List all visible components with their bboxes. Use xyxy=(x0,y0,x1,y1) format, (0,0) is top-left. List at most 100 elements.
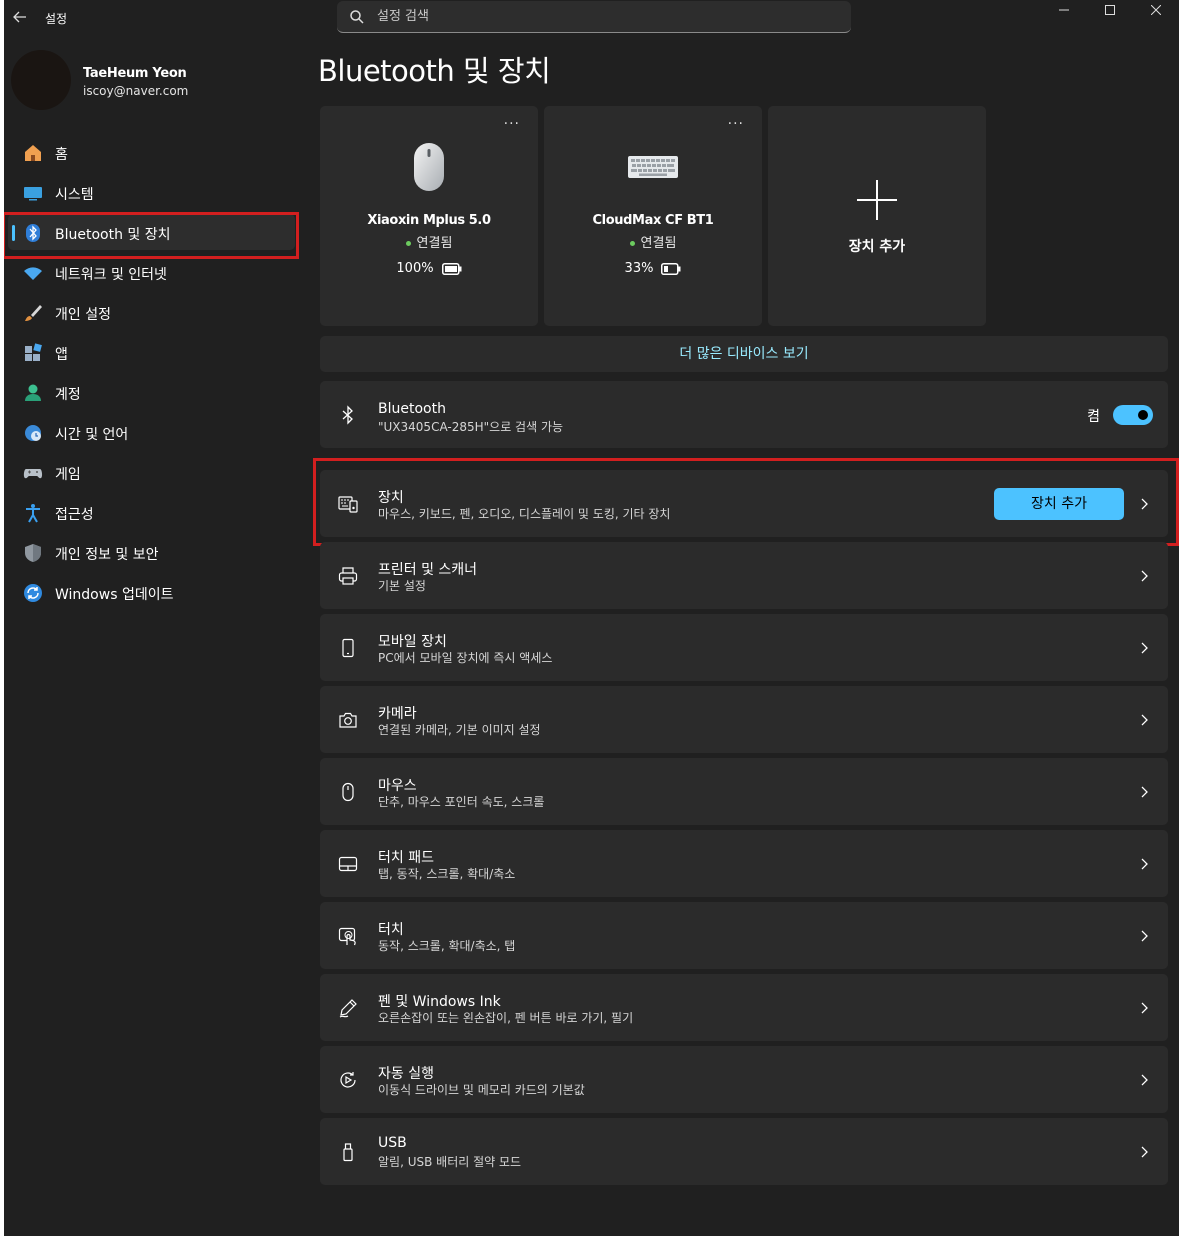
sidebar-item-system[interactable]: 시스템 xyxy=(8,174,300,210)
settings-row-pen[interactable]: 펜 및 Windows Ink 오른손잡이 또는 왼손잡이, 펜 버튼 바로 가기… xyxy=(320,974,1168,1041)
bluetooth-toggle[interactable] xyxy=(1113,405,1153,425)
row-subtitle: 탭, 동작, 스크롤, 확대/축소 xyxy=(378,867,516,881)
shield-icon xyxy=(25,544,41,562)
connected-dot-icon xyxy=(629,241,635,246)
more-devices-link[interactable]: 더 많은 디바이스 보기 xyxy=(320,336,1168,372)
bluetooth-icon xyxy=(342,405,353,425)
accessibility-icon xyxy=(26,504,40,523)
chevron-right-icon xyxy=(1141,858,1148,870)
toggle-knob xyxy=(1138,410,1148,420)
sidebar-item-bluetooth[interactable]: Bluetooth 및 장치 xyxy=(8,214,295,250)
page-title: Bluetooth 및 장치 xyxy=(318,54,551,88)
row-title: 펜 및 Windows Ink xyxy=(378,994,501,1010)
sidebar-item-label: Windows 업데이트 xyxy=(55,587,174,603)
device-card-keyboard[interactable]: ··· CloudMax CF BT1 연결됨 33% xyxy=(544,106,762,326)
usb-icon xyxy=(343,1143,353,1162)
avatar xyxy=(11,50,71,110)
keyboard-icon xyxy=(628,156,678,178)
bluetooth-subtitle: "UX3405CA-285H"으로 검색 가능 xyxy=(378,420,564,434)
row-title: 터치 패드 xyxy=(378,850,434,866)
battery-icon xyxy=(441,263,462,275)
battery-percent: 33% xyxy=(624,261,654,276)
device-card-mouse[interactable]: ··· Xiaoxin Mplus 5.0 연결됨 100% xyxy=(320,106,538,326)
home-icon xyxy=(25,145,41,161)
sidebar-item-time-language[interactable]: 시간 및 언어 xyxy=(8,414,300,450)
settings-window: 설정 TaeHeum Yeon iscoy@naver.com 홈 xyxy=(4,0,1179,1236)
sidebar-item-accounts[interactable]: 계정 xyxy=(8,374,300,410)
settings-row-mouse[interactable]: 마우스 단추, 마우스 포인터 속도, 스크롤 xyxy=(320,758,1168,825)
settings-row-usb[interactable]: USB 알림, USB 배터리 절약 모드 xyxy=(320,1118,1168,1185)
more-options-button[interactable]: ··· xyxy=(504,116,520,132)
sidebar-item-network[interactable]: 네트워크 및 인터넷 xyxy=(8,254,300,290)
device-name: Xiaoxin Mplus 5.0 xyxy=(367,213,491,228)
chevron-right-icon xyxy=(1141,642,1148,654)
battery-status: 33% xyxy=(544,261,762,276)
touchpad-icon xyxy=(338,856,358,872)
minimize-button[interactable] xyxy=(1041,0,1087,20)
minimize-icon xyxy=(1059,9,1069,11)
sidebar-item-label: 게임 xyxy=(55,467,81,483)
close-button[interactable] xyxy=(1133,0,1179,20)
close-icon xyxy=(1151,5,1161,15)
bluetooth-title: Bluetooth xyxy=(378,401,446,417)
chevron-right-icon xyxy=(1141,930,1148,942)
row-title: 자동 실행 xyxy=(378,1066,434,1082)
row-subtitle: 이동식 드라이브 및 메모리 카드의 기본값 xyxy=(378,1083,585,1097)
sidebar-item-personalization[interactable]: 개인 설정 xyxy=(8,294,300,330)
row-title: 카메라 xyxy=(378,706,417,722)
active-indicator xyxy=(12,225,15,241)
device-status-text: 연결됨 xyxy=(640,236,677,251)
sidebar-nav: 홈 시스템 Bluetooth 및 장치 네트워크 및 인터넷 개인 설정 앱 … xyxy=(4,134,304,614)
bluetooth-icon xyxy=(26,224,40,242)
sidebar-item-label: 홈 xyxy=(55,147,68,163)
plus-icon xyxy=(857,180,897,220)
settings-row-touch[interactable]: 터치 동작, 스크롤, 확대/축소, 탭 xyxy=(320,902,1168,969)
account-icon xyxy=(25,384,41,401)
search-icon xyxy=(350,10,364,24)
row-subtitle: 알림, USB 배터리 절약 모드 xyxy=(378,1155,522,1169)
sidebar-item-label: 앱 xyxy=(55,347,68,363)
camera-icon xyxy=(339,712,357,728)
sidebar-item-accessibility[interactable]: 접근성 xyxy=(8,494,300,530)
mouse-icon xyxy=(342,782,354,802)
system-icon xyxy=(24,187,42,201)
device-status-text: 연결됨 xyxy=(416,236,453,251)
title-bar: 설정 xyxy=(4,0,1179,34)
user-profile[interactable]: TaeHeum Yeon iscoy@naver.com xyxy=(11,50,301,112)
settings-row-printer[interactable]: 프린터 및 스캐너 기본 설정 xyxy=(320,542,1168,609)
pen-icon xyxy=(339,999,357,1018)
row-title: 마우스 xyxy=(378,778,417,794)
chevron-right-icon xyxy=(1141,786,1148,798)
sidebar-item-windows-update[interactable]: Windows 업데이트 xyxy=(8,574,300,610)
chevron-right-icon xyxy=(1141,714,1148,726)
row-subtitle: PC에서 모바일 장치에 즉시 액세스 xyxy=(378,651,553,665)
app-title: 설정 xyxy=(45,12,68,26)
row-subtitle: 단추, 마우스 포인터 속도, 스크롤 xyxy=(378,795,545,809)
apps-icon xyxy=(25,343,42,361)
settings-row-phone[interactable]: 모바일 장치 PC에서 모바일 장치에 즉시 액세스 xyxy=(320,614,1168,681)
battery-percent: 100% xyxy=(396,261,434,276)
sidebar-item-label: 개인 정보 및 보안 xyxy=(55,547,159,563)
devices-row[interactable]: 장치 마우스, 키보드, 펜, 오디오, 디스플레이 및 도킹, 기타 장치 장… xyxy=(320,470,1168,537)
sidebar-item-gaming[interactable]: 게임 xyxy=(8,454,300,490)
back-button[interactable] xyxy=(10,7,30,27)
add-device-card[interactable]: 장치 추가 xyxy=(768,106,986,326)
settings-row-touchpad[interactable]: 터치 패드 탭, 동작, 스크롤, 확대/축소 xyxy=(320,830,1168,897)
search-input[interactable] xyxy=(377,1,837,31)
settings-row-camera[interactable]: 카메라 연결된 카메라, 기본 이미지 설정 xyxy=(320,686,1168,753)
bluetooth-state-label: 켬 xyxy=(1087,409,1100,425)
add-device-button[interactable]: 장치 추가 xyxy=(994,488,1124,520)
device-name: CloudMax CF BT1 xyxy=(592,213,714,228)
settings-row-autoplay[interactable]: 자동 실행 이동식 드라이브 및 메모리 카드의 기본값 xyxy=(320,1046,1168,1113)
sidebar-item-apps[interactable]: 앱 xyxy=(8,334,300,370)
sidebar-item-home[interactable]: 홈 xyxy=(8,134,300,170)
search-box[interactable] xyxy=(337,1,851,33)
gamepad-icon xyxy=(23,469,43,479)
device-status: 연결됨 xyxy=(320,232,538,251)
chevron-right-icon xyxy=(1141,1146,1148,1158)
battery-icon xyxy=(661,263,681,275)
sidebar-item-privacy[interactable]: 개인 정보 및 보안 xyxy=(8,534,300,570)
more-options-button[interactable]: ··· xyxy=(728,116,744,132)
brush-icon xyxy=(25,305,42,321)
maximize-button[interactable] xyxy=(1087,0,1133,20)
